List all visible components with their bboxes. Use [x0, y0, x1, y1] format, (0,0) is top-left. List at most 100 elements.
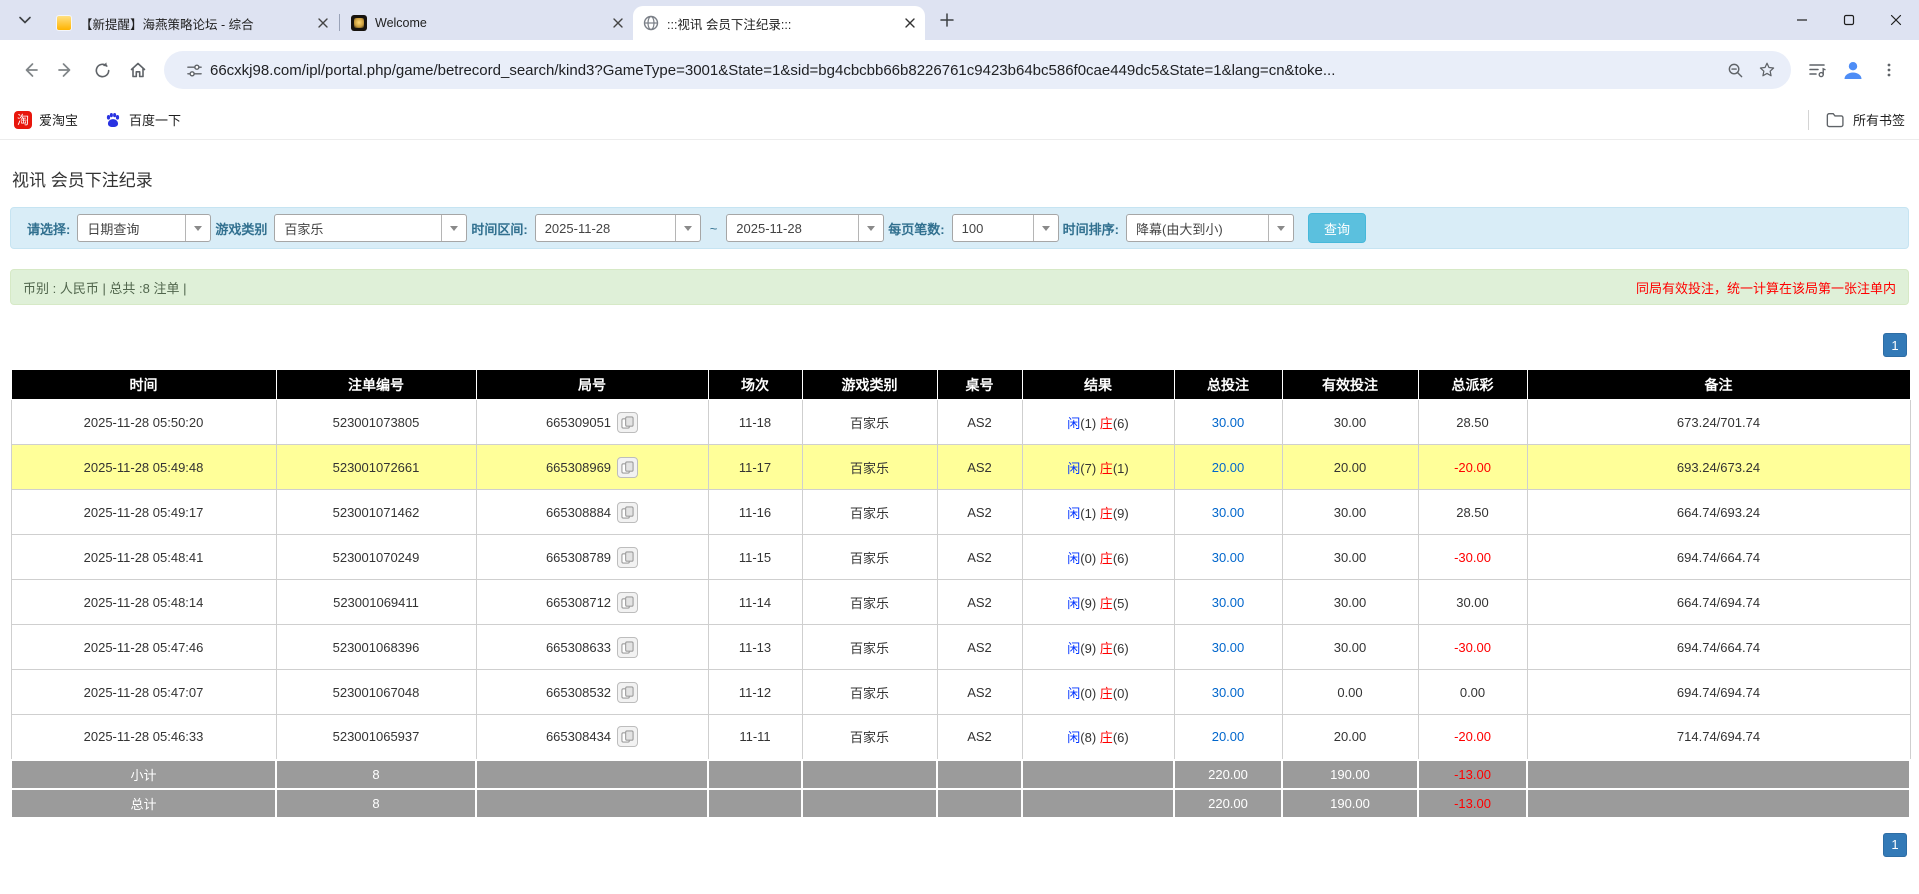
bookmark-taobao[interactable]: 淘 爱淘宝 [14, 110, 78, 129]
bet-id-cell: 523001072661 [275, 444, 477, 490]
back-button[interactable] [12, 52, 48, 88]
round-number: 665308789 [545, 549, 612, 565]
total-bet-link[interactable]: 30.00 [1212, 505, 1245, 520]
sort-select[interactable]: 降幕(由大到小) [1125, 214, 1294, 242]
annotation-text: 同局有效投注，统一计算在该局第一张注单内 [1635, 280, 1896, 296]
round-result-icon[interactable] [617, 501, 639, 523]
total-row: 总计 8 220.00 190.00 -13.00 [10, 787, 1911, 819]
query-type-select[interactable]: 日期查询 [77, 214, 212, 242]
session-cell: 11-14 [707, 579, 803, 625]
plus-icon [940, 13, 954, 27]
totals-empty-cell [1526, 758, 1911, 790]
tab-close-button[interactable] [609, 14, 627, 32]
maximize-button[interactable] [1825, 0, 1872, 40]
table-no-cell: AS2 [936, 624, 1023, 670]
reload-button[interactable] [84, 52, 120, 88]
chevron-down-icon [1267, 215, 1293, 241]
header-session: 场次 [707, 369, 803, 400]
address-bar[interactable]: 66cxkj98.com/ipl/portal.php/game/betreco… [164, 51, 1791, 89]
per-page-label: 每页笔数: [888, 221, 945, 237]
close-window-button[interactable] [1872, 0, 1919, 40]
note-cell: 693.24/673.24 [1526, 444, 1911, 490]
round-cell: 665308789 [475, 534, 709, 580]
banker-result: 庄 [1099, 685, 1113, 701]
tab-bet-records-active[interactable]: :::视讯 会员下注纪录::: [633, 6, 925, 40]
page-1-button[interactable]: 1 [1883, 333, 1907, 357]
round-result-icon[interactable] [617, 546, 639, 568]
total-bet-link[interactable]: 30.00 [1212, 595, 1245, 610]
profile-avatar-button[interactable] [1835, 52, 1871, 88]
all-bookmarks[interactable]: 所有书签 [1807, 109, 1905, 130]
player-count: (7) [1080, 460, 1100, 476]
bet-id-cell: 523001070249 [275, 534, 477, 580]
tab-search-button[interactable] [10, 5, 40, 35]
banker-count: (9) [1112, 505, 1129, 521]
round-result-icon[interactable] [617, 681, 639, 703]
totals-empty-cell [707, 787, 803, 819]
bookmark-baidu[interactable]: 百度一下 [104, 110, 181, 129]
round-result-icon[interactable] [617, 636, 639, 658]
round-result-icon[interactable] [617, 726, 639, 748]
forward-button[interactable] [48, 52, 84, 88]
home-button[interactable] [120, 52, 156, 88]
round-result-icon[interactable] [617, 411, 639, 433]
valid-bet-cell: 20.00 [1281, 714, 1419, 760]
total-bet-link[interactable]: 30.00 [1212, 685, 1245, 700]
search-button[interactable]: 查询 [1307, 213, 1366, 243]
time-cell: 2025-11-28 05:50:20 [10, 399, 277, 445]
per-page-select[interactable]: 100 [951, 214, 1059, 242]
url-text[interactable]: 66cxkj98.com/ipl/portal.php/game/betreco… [210, 62, 1719, 79]
total-bet-cell: 30.00 [1173, 669, 1283, 715]
round-result-icon[interactable] [617, 591, 639, 613]
banker-result: 庄 [1099, 505, 1113, 521]
table-row: 2025-11-28 05:50:20 523001073805 665309051… [10, 399, 1911, 445]
time-range-label: 时间区间: [471, 221, 528, 237]
result-cell: 闲(9) 庄(5) [1021, 579, 1175, 625]
tab-welcome[interactable]: Welcome [341, 6, 633, 40]
totals-empty-cell [475, 787, 709, 819]
total-bet-link[interactable]: 30.00 [1212, 640, 1245, 655]
forward-arrow-icon [58, 63, 71, 77]
page-1-button[interactable]: 1 [1883, 832, 1907, 857]
total-bet-link[interactable]: 20.00 [1212, 460, 1245, 475]
table-row: 2025-11-28 05:49:48 523001072661 665308969… [10, 444, 1911, 490]
welcome-favicon-icon [351, 15, 367, 31]
player-result: 闲 [1067, 550, 1081, 566]
bookmark-star-button[interactable] [1751, 54, 1783, 86]
player-count: (9) [1080, 640, 1100, 656]
date-to-select[interactable]: 2025-11-28 [726, 214, 885, 242]
valid-bet-cell: 30.00 [1281, 399, 1419, 445]
site-settings-button[interactable] [178, 54, 210, 86]
zoom-magnifier-icon [1728, 63, 1742, 77]
minimize-button[interactable] [1778, 0, 1825, 40]
bet-id-cell: 523001069411 [275, 579, 477, 625]
tab-close-button[interactable] [901, 14, 919, 32]
total-bet-link[interactable]: 30.00 [1212, 415, 1245, 430]
totals-empty-cell [1021, 787, 1175, 819]
session-cell: 11-16 [707, 489, 803, 535]
game-type-select[interactable]: 百家乐 [274, 214, 468, 242]
banker-result: 庄 [1099, 550, 1113, 566]
player-count: (1) [1080, 505, 1100, 521]
total-bet-link[interactable]: 20.00 [1212, 729, 1245, 744]
session-cell: 11-15 [707, 534, 803, 580]
new-tab-button[interactable] [933, 6, 961, 34]
banker-count: (5) [1112, 595, 1129, 611]
header-table-no: 桌号 [936, 369, 1023, 400]
game-type-cell: 百家乐 [801, 444, 938, 490]
total-bet-link[interactable]: 30.00 [1212, 550, 1245, 565]
banker-count: (6) [1112, 640, 1129, 656]
tab-forum[interactable]: 【新提醒】海燕策略论坛 - 综合 [46, 6, 338, 40]
filter-bar: 请选择: 日期查询 游戏类别 百家乐 时间区间: 2025-11-28 ~ 20… [10, 207, 1909, 249]
zoom-button[interactable] [1719, 54, 1751, 86]
tab-close-button[interactable] [314, 14, 332, 32]
totals-payout-cell: -13.00 [1417, 758, 1528, 790]
date-from-select[interactable]: 2025-11-28 [534, 214, 701, 242]
pagination-bottom: 1 [0, 832, 1907, 857]
table-body: 2025-11-28 05:50:20 523001073805 665309051… [10, 399, 1911, 819]
tab-separator [339, 14, 340, 31]
browser-menu-button[interactable] [1871, 52, 1907, 88]
media-controls-button[interactable] [1799, 52, 1835, 88]
session-cell: 11-11 [707, 714, 803, 760]
round-result-icon[interactable] [617, 456, 639, 478]
